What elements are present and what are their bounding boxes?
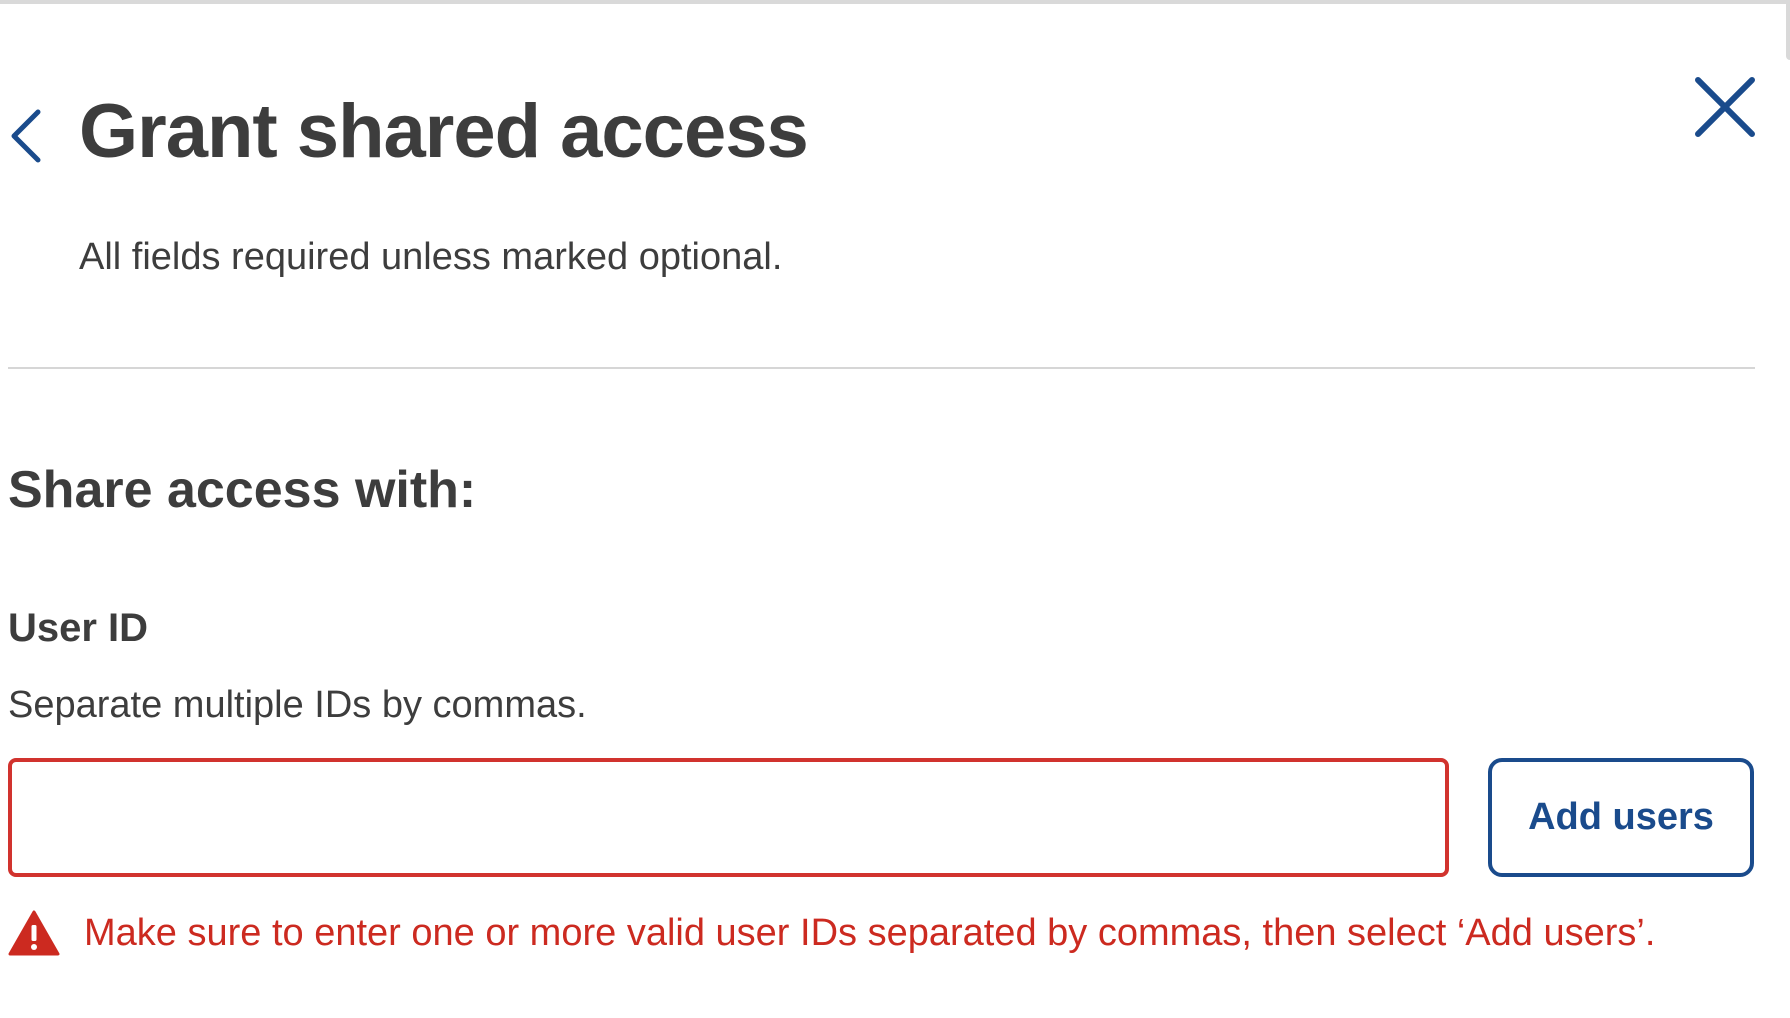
close-button[interactable] [1694,76,1756,138]
required-fields-note: All fields required unless marked option… [79,236,783,278]
divider [8,367,1755,369]
error-message-row: Make sure to enter one or more valid use… [0,908,1655,958]
user-id-label: User ID [8,606,149,650]
top-border [0,0,1790,4]
warning-icon [8,910,60,956]
add-users-button[interactable]: Add users [1488,758,1754,877]
page-title: Grant shared access [79,89,809,174]
scrollbar-edge [1786,0,1790,60]
user-id-input[interactable] [8,758,1449,877]
error-message: Make sure to enter one or more valid use… [84,911,1656,954]
user-id-hint: Separate multiple IDs by commas. [8,684,587,726]
close-icon [1695,77,1755,137]
section-title: Share access with: [8,461,477,519]
back-button[interactable] [8,108,44,164]
chevron-left-icon [11,109,41,163]
